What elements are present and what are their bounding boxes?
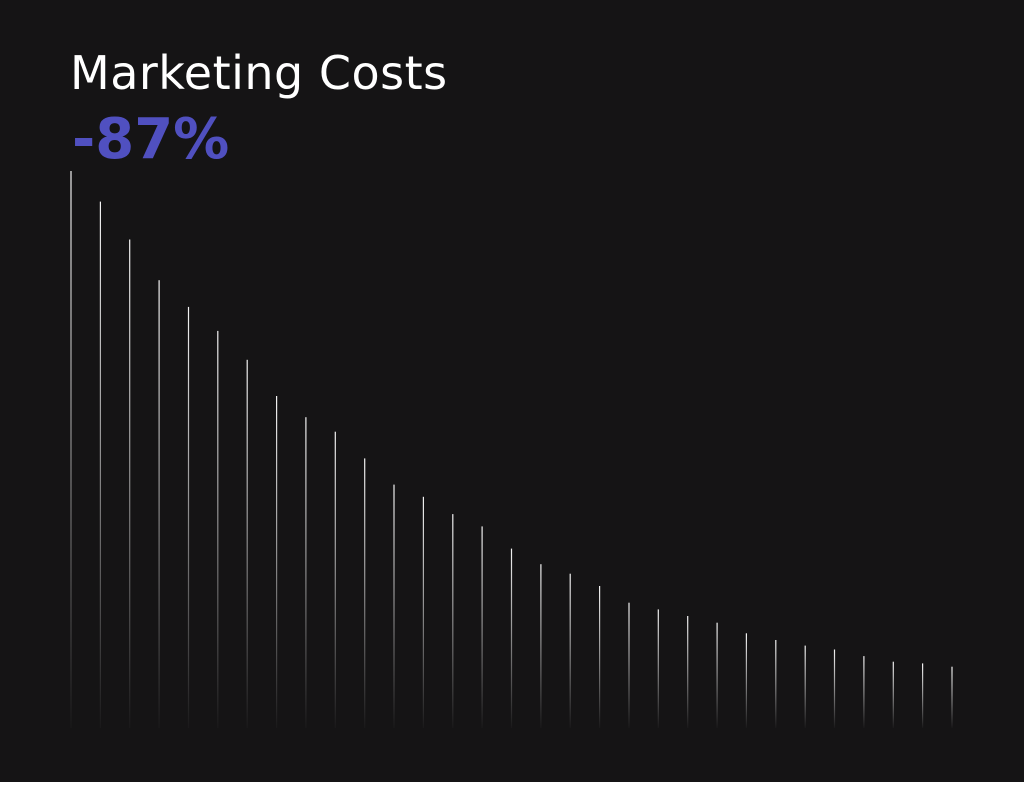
bar: [804, 645, 806, 728]
bar: [70, 171, 72, 728]
bar: [687, 616, 689, 728]
bar: [158, 280, 160, 728]
chart-card: Marketing Costs -87%: [0, 0, 1024, 785]
bar: [334, 431, 336, 728]
bar: [657, 609, 659, 728]
bar: [99, 201, 101, 729]
bar: [892, 661, 894, 728]
bar: [393, 484, 395, 728]
bar: [452, 514, 454, 728]
bar: [922, 663, 924, 728]
bar: [217, 330, 219, 728]
bar: [745, 633, 747, 728]
bar: [422, 496, 424, 728]
bar: [481, 526, 483, 728]
bar: [833, 649, 836, 728]
bar: [305, 417, 307, 728]
bar: [510, 548, 513, 728]
bar: [187, 306, 190, 728]
bar: [951, 666, 953, 728]
bar: [628, 602, 630, 728]
bar: [276, 396, 278, 728]
bar: [775, 640, 777, 728]
bar: [129, 239, 131, 728]
bar: [863, 656, 865, 728]
bar: [569, 573, 571, 728]
bar: [599, 586, 601, 728]
bar: [246, 359, 248, 728]
bar: [716, 622, 718, 728]
bar: [540, 564, 542, 728]
bar-chart: [70, 171, 953, 729]
bar: [364, 458, 366, 728]
bars-group: [70, 171, 953, 729]
